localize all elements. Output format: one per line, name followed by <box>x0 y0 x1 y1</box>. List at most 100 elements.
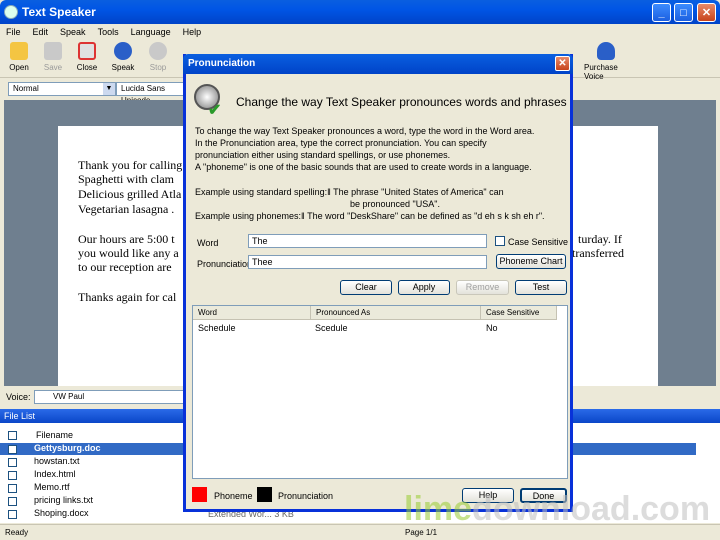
voice-value: VW Paul <box>53 392 85 401</box>
menu-help[interactable]: Help <box>183 27 202 37</box>
test-button[interactable]: Test <box>515 280 567 295</box>
file-checkbox[interactable] <box>8 497 17 506</box>
case-sensitive-checkbox[interactable] <box>495 236 505 246</box>
menu-file[interactable]: File <box>6 27 21 37</box>
page-indicator: Page 1/1 <box>405 528 438 537</box>
close-label: Close <box>76 63 98 72</box>
font-select[interactable]: Lucida Sans Unicode <box>116 82 186 105</box>
close-window-button[interactable]: ✕ <box>697 3 716 22</box>
voice-select[interactable]: VW Paul <box>34 390 184 404</box>
file-checkbox[interactable] <box>8 484 17 493</box>
app-icon <box>4 5 18 19</box>
doc-line: to our reception are <box>78 260 172 274</box>
phoneme-chart-button[interactable]: Phoneme Chart <box>496 254 566 269</box>
file-row[interactable]: Index.html <box>34 469 76 479</box>
file-checkbox[interactable] <box>8 458 17 467</box>
doc-line: turday. If <box>578 232 622 246</box>
minimize-button[interactable]: _ <box>652 3 671 22</box>
app-title-bar: Text Speaker <box>0 0 720 24</box>
open-label: Open <box>9 63 29 72</box>
file-checkbox[interactable] <box>8 510 17 519</box>
filename-column-header[interactable]: Filename <box>36 430 73 440</box>
watermark-part: lime <box>404 490 473 528</box>
close-doc-icon <box>78 42 96 60</box>
intro-line: A "phoneme" is one of the basic sounds t… <box>195 162 532 172</box>
stop-label: Stop <box>149 63 167 72</box>
menu-bar: File Edit Speak Tools Language Help <box>0 24 720 40</box>
table-cell[interactable]: No <box>486 323 498 333</box>
file-checkbox[interactable] <box>8 471 17 480</box>
column-header-word[interactable]: Word <box>193 306 311 320</box>
style-select[interactable]: Normal ▼ <box>8 82 116 96</box>
apply-button[interactable]: Apply <box>398 280 450 295</box>
file-row[interactable]: howstan.txt <box>34 456 80 466</box>
dialog-title: Pronunciation <box>188 58 256 69</box>
maximize-button[interactable]: □ <box>674 3 693 22</box>
clear-button[interactable]: Clear <box>340 280 392 295</box>
remove-button[interactable]: Remove <box>456 280 509 295</box>
file-list-title: File List <box>4 411 36 421</box>
doc-line: transferred <box>572 246 624 260</box>
pronunciation-table: Word Pronounced As Case Sensitive Schedu… <box>192 305 568 479</box>
open-button[interactable]: Open <box>4 42 34 72</box>
purchase-voice-button[interactable]: Purchase Voice <box>584 42 628 81</box>
intro-line: In the Pronunciation area, type the corr… <box>195 138 487 148</box>
table-cell[interactable]: Schedule <box>198 323 236 333</box>
speak-button[interactable]: Speak <box>108 42 138 72</box>
word-label: Word <box>197 238 219 248</box>
doc-line: Thank you for calling <box>78 158 183 172</box>
watermark-part: .com <box>630 490 711 528</box>
column-header-case-sensitive[interactable]: Case Sensitive <box>481 306 557 320</box>
file-row[interactable]: Gettysburg.doc <box>34 443 101 453</box>
table-cell[interactable]: Scedule <box>315 323 348 333</box>
dialog-close-button[interactable]: ✕ <box>555 56 570 71</box>
intro-line: pronunciation either using standard spel… <box>195 150 451 160</box>
watermark-part: download <box>472 490 631 528</box>
dialog-heading: Change the way Text Speaker pronounces w… <box>236 95 567 109</box>
save-icon <box>44 42 62 60</box>
doc-line: Delicious grilled Atla <box>78 187 182 201</box>
select-all-checkbox[interactable] <box>8 431 17 440</box>
microphone-icon <box>597 42 615 60</box>
doc-line: you would like any a <box>78 246 179 260</box>
menu-speak[interactable]: Speak <box>60 27 86 37</box>
pronunciation-label: Pronunciation <box>197 259 253 269</box>
pronunciation-legend-label: Pronunciation <box>278 491 334 501</box>
example-text: Example using standard spelling:‖ The ph… <box>195 187 504 197</box>
pronunciation-color-swatch <box>257 487 272 502</box>
column-header-pronounced-as[interactable]: Pronounced As <box>311 306 481 320</box>
folder-icon <box>10 42 28 60</box>
file-row[interactable]: pricing links.txt <box>34 495 93 505</box>
phoneme-color-swatch <box>192 487 207 502</box>
voice-label: Voice: <box>6 392 31 402</box>
file-row[interactable]: Memo.rtf <box>34 482 70 492</box>
stop-button[interactable]: Stop <box>143 42 173 72</box>
save-label: Save <box>43 63 63 72</box>
play-icon <box>114 42 132 60</box>
menu-edit[interactable]: Edit <box>33 27 49 37</box>
close-doc-button[interactable]: Close <box>72 42 102 72</box>
speak-label: Speak <box>111 63 135 72</box>
status-text: Ready <box>5 528 29 537</box>
app-title: Text Speaker <box>22 5 96 19</box>
file-checkbox[interactable] <box>8 445 17 454</box>
example-text: Example using phonemes:‖ The word "DeskS… <box>195 211 545 221</box>
chevron-down-icon: ▼ <box>103 83 115 95</box>
dialog-title-bar: Pronunciation <box>183 54 573 74</box>
intro-line: To change the way Text Speaker pronounce… <box>195 126 535 136</box>
doc-line: Spaghetti with clam <box>78 172 174 186</box>
example-text: be pronounced "USA". <box>350 199 440 209</box>
word-input[interactable]: The <box>248 234 487 248</box>
phoneme-legend-label: Phoneme <box>214 491 253 501</box>
doc-line: Thanks again for cal <box>78 290 177 304</box>
pronunciation-input[interactable]: Thee <box>248 255 487 269</box>
save-button[interactable]: Save <box>38 42 68 72</box>
file-row[interactable]: Shoping.docx <box>34 508 89 518</box>
menu-language[interactable]: Language <box>131 27 171 37</box>
menu-tools[interactable]: Tools <box>98 27 119 37</box>
style-value: Normal <box>13 84 39 93</box>
checkmark-icon: ✔ <box>208 102 222 119</box>
watermark: limedownload.com <box>404 490 710 529</box>
doc-line: Our hours are 5:00 t <box>78 232 175 246</box>
doc-line: Vegetarian lasagna . <box>78 202 175 216</box>
